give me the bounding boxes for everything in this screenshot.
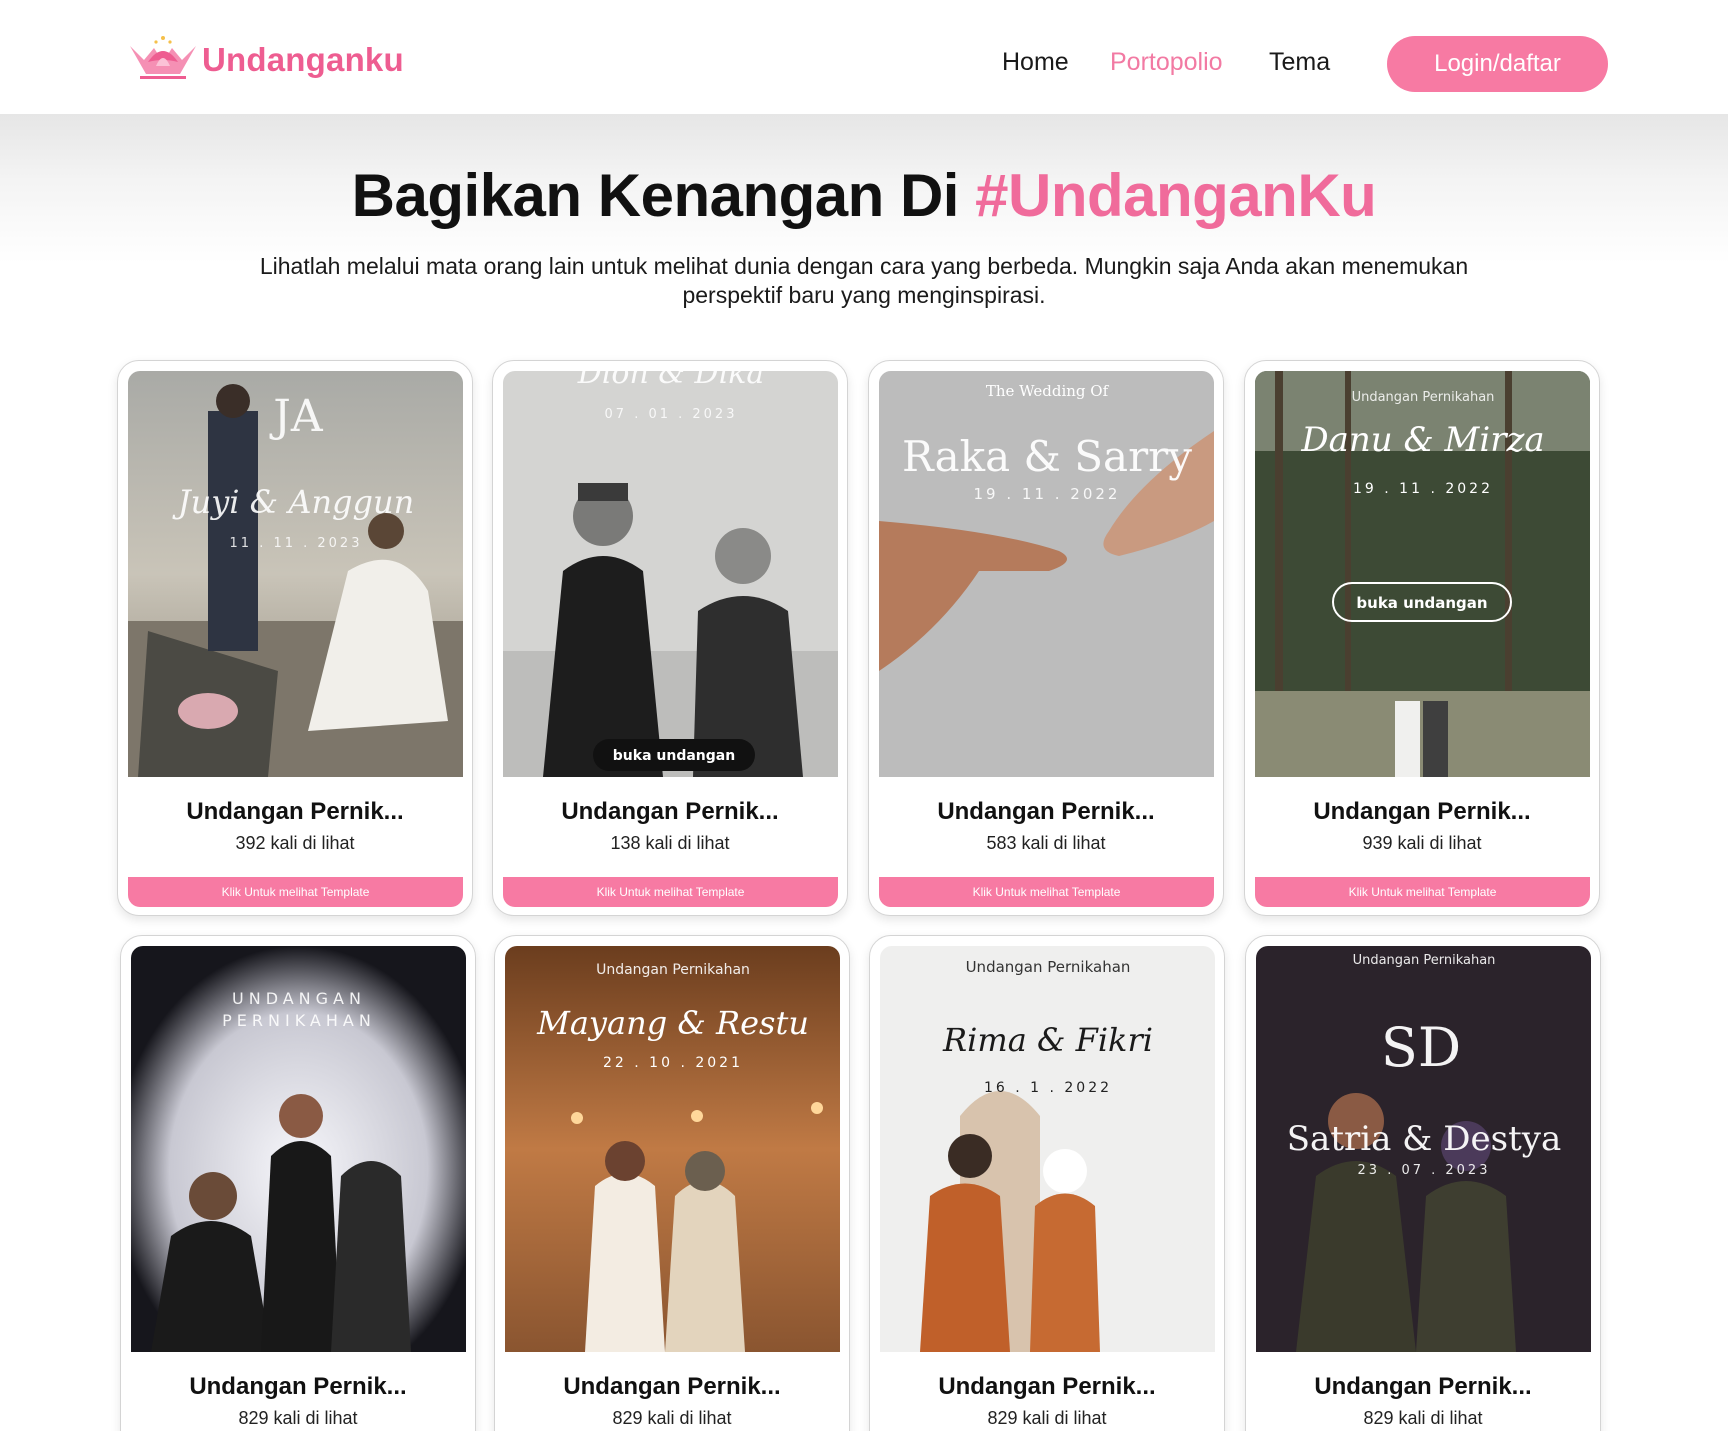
hero-title-hashtag: #UndanganKu: [975, 162, 1377, 229]
template-card[interactable]: Undangan Pernikahan Rima & Fikri 16 . 1 …: [869, 935, 1225, 1431]
card-view-count: 939 kali di lihat: [1362, 833, 1482, 853]
nav-portopolio[interactable]: Portopolio: [1110, 44, 1223, 80]
template-card[interactable]: UNDANGAN PERNIKAHAN Undangan Pernik... 8…: [120, 935, 476, 1431]
invitation-heading: Undangan Pernikahan: [1353, 953, 1496, 968]
card-title: Undangan Pernik...: [563, 1373, 781, 1400]
invitation-heading-line2: PERNIKAHAN: [222, 1011, 376, 1030]
card-title: Undangan Pernik...: [561, 798, 779, 825]
card-title: Undangan Pernik...: [189, 1373, 407, 1400]
wedding-date: 22 . 10 . 2021: [603, 1055, 743, 1071]
login-button[interactable]: Login/daftar: [1387, 36, 1608, 92]
invitation-heading: The Wedding Of: [986, 382, 1110, 400]
invitation-heading: Undangan Pernikahan: [596, 962, 750, 978]
template-card[interactable]: Undangan Pernikahan Mayang & Restu 22 . …: [494, 935, 850, 1431]
hero-title: Bagikan Kenangan Di #UndanganKu: [0, 160, 1728, 232]
view-template-button[interactable]: Klik Untuk melihat Template: [879, 877, 1214, 907]
view-template-button[interactable]: Klik Untuk melihat Template: [128, 877, 463, 907]
card-title: Undangan Pernik...: [1314, 1373, 1532, 1400]
template-card[interactable]: Dion & Dika 07 . 01 . 2023 buka undangan…: [492, 360, 848, 916]
couple-names: Dion & Dika: [577, 371, 765, 391]
hero-title-main: Bagikan Kenangan Di: [351, 162, 976, 229]
couple-names: Raka & Sarry: [902, 432, 1192, 481]
card-title: Undangan Pernik...: [938, 1373, 1156, 1400]
template-preview-image[interactable]: Dion & Dika 07 . 01 . 2023 buka undangan: [503, 371, 838, 777]
template-card[interactable]: Undangan Pernikahan SD Satria & Destya 2…: [1245, 935, 1601, 1431]
template-preview-image[interactable]: The Wedding Of Raka & Sarry 19 . 11 . 20…: [879, 371, 1214, 777]
invitation-heading: Undangan Pernikahan: [1352, 390, 1495, 405]
couple-names: Danu & Mirza: [1300, 420, 1544, 460]
hero-subtitle: Lihatlah melalui mata orang lain untuk m…: [259, 253, 1469, 308]
template-card[interactable]: The Wedding Of Raka & Sarry 19 . 11 . 20…: [868, 360, 1224, 916]
template-preview-image[interactable]: Undangan Pernikahan Rima & Fikri 16 . 1 …: [880, 946, 1215, 1352]
couple-names: Rima & Fikri: [942, 1021, 1153, 1059]
lotus-crown-icon: [130, 36, 196, 79]
navbar: Undanganku Home Portopolio Tema Login/da…: [0, 0, 1728, 114]
couple-names: Satria & Destya: [1287, 1119, 1561, 1159]
template-preview-image[interactable]: Undangan Pernikahan Mayang & Restu 22 . …: [505, 946, 840, 1352]
card-view-count: 829 kali di lihat: [612, 1408, 732, 1428]
open-invitation-button: buka undangan: [1356, 594, 1487, 612]
card-title: Undangan Pernik...: [937, 798, 1155, 825]
card-view-count: 829 kali di lihat: [987, 1408, 1107, 1428]
invitation-heading: UNDANGAN: [232, 989, 366, 1008]
nav-home[interactable]: Home: [1002, 44, 1069, 80]
brand-name: Undanganku: [202, 41, 404, 78]
wedding-date: 07 . 01 . 2023: [605, 407, 738, 422]
monogram-text: JA: [269, 391, 324, 442]
brand-logo[interactable]: Undanganku: [126, 32, 404, 82]
template-preview-image[interactable]: UNDANGAN PERNIKAHAN: [131, 946, 466, 1352]
card-title: Undangan Pernik...: [186, 798, 404, 825]
card-title: Undangan Pernik...: [1313, 798, 1531, 825]
wedding-date: 19 . 11 . 2022: [974, 485, 1121, 503]
template-preview-image[interactable]: JA Juyi & Anggun 11 . 11 . 2023: [128, 371, 463, 777]
template-preview-image[interactable]: Undangan Pernikahan SD Satria & Destya 2…: [1256, 946, 1591, 1352]
wedding-date: 11 . 11 . 2023: [230, 536, 363, 551]
couple-names: Juyi & Anggun: [172, 483, 414, 521]
card-view-count: 583 kali di lihat: [986, 833, 1106, 853]
wedding-date: 19 . 11 . 2022: [1353, 481, 1493, 497]
card-view-count: 829 kali di lihat: [238, 1408, 358, 1428]
card-view-count: 392 kali di lihat: [235, 833, 355, 853]
view-template-button[interactable]: Klik Untuk melihat Template: [1255, 877, 1590, 907]
wedding-date: 23 . 07 . 2023: [1358, 1163, 1491, 1178]
invitation-heading: Undangan Pernikahan: [966, 958, 1131, 976]
template-preview-image[interactable]: Undangan Pernikahan Danu & Mirza 19 . 11…: [1255, 371, 1590, 777]
couple-names: Mayang & Restu: [536, 1004, 809, 1042]
monogram-text: SD: [1381, 1016, 1461, 1079]
template-card[interactable]: JA Juyi & Anggun 11 . 11 . 2023 Undangan…: [117, 360, 473, 916]
card-view-count: 829 kali di lihat: [1363, 1408, 1483, 1428]
card-view-count: 138 kali di lihat: [610, 833, 730, 853]
nav-tema[interactable]: Tema: [1269, 44, 1330, 80]
view-template-button[interactable]: Klik Untuk melihat Template: [503, 877, 838, 907]
template-card[interactable]: Undangan Pernikahan Danu & Mirza 19 . 11…: [1244, 360, 1600, 916]
open-invitation-button: buka undangan: [613, 748, 735, 764]
wedding-date: 16 . 1 . 2022: [984, 1080, 1112, 1096]
